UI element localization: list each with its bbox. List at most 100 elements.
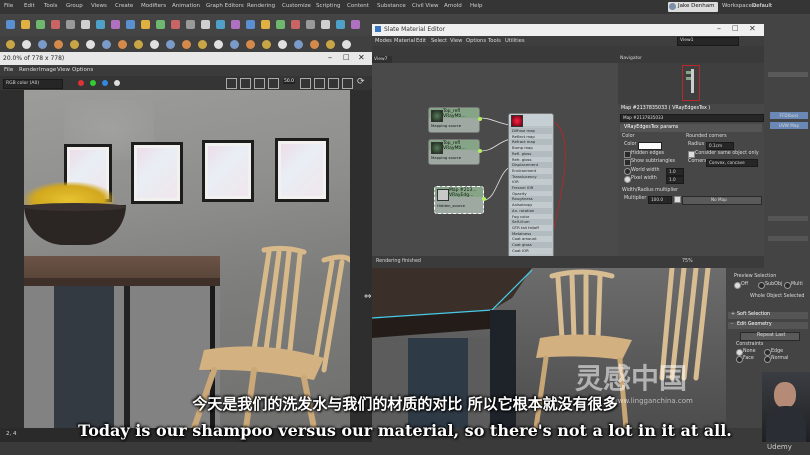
corners-dropdown[interactable]: Convex, concave — [706, 159, 758, 167]
no-map-button[interactable]: No Map — [682, 196, 762, 205]
create-primitive-icon[interactable] — [118, 40, 127, 49]
arnold-icon[interactable] — [351, 20, 360, 29]
create-primitive-icon[interactable] — [326, 40, 335, 49]
minimize-icon[interactable]: – — [328, 53, 332, 62]
fb-menu-options[interactable]: Options — [72, 67, 93, 73]
history-icon[interactable] — [254, 78, 265, 89]
track-mouse-icon[interactable] — [314, 78, 325, 89]
close-icon[interactable]: ✕ — [358, 53, 365, 62]
pixel-width-field[interactable]: 1.0 — [666, 176, 684, 184]
constraint-normal-radio[interactable] — [764, 356, 771, 363]
create-primitive-icon[interactable] — [246, 40, 255, 49]
create-primitive-icon[interactable] — [278, 40, 287, 49]
create-primitive-icon[interactable] — [198, 40, 207, 49]
create-primitive-icon[interactable] — [102, 40, 111, 49]
unlink-icon[interactable] — [51, 20, 60, 29]
create-primitive-icon[interactable] — [294, 40, 303, 49]
mirror-icon[interactable] — [201, 20, 210, 29]
rollout-header[interactable]: VRayEdgesTex params — [620, 124, 762, 132]
undo-icon[interactable] — [6, 20, 15, 29]
radius-field[interactable]: 0.1cm — [706, 142, 734, 150]
menu-arnold[interactable]: Arnold — [444, 3, 462, 9]
create-primitive-icon[interactable] — [86, 40, 95, 49]
menu-group[interactable]: Group — [66, 3, 83, 9]
create-primitive-icon[interactable] — [214, 40, 223, 49]
create-primitive-icon[interactable] — [22, 40, 31, 49]
save-image-icon[interactable] — [226, 78, 237, 89]
slate-menu-modes[interactable]: Modes — [375, 38, 392, 44]
slate-menu-edit[interactable]: Edit — [416, 38, 426, 44]
material-editor-icon[interactable] — [276, 20, 285, 29]
snap-icon[interactable] — [156, 20, 165, 29]
redo-icon[interactable] — [21, 20, 30, 29]
align-icon[interactable] — [216, 20, 225, 29]
edit-geometry-rollout[interactable]: – Edit Geometry — [728, 322, 808, 329]
pixel-width-radio[interactable] — [624, 176, 631, 183]
create-primitive-icon[interactable] — [134, 40, 143, 49]
create-primitive-icon[interactable] — [54, 40, 63, 49]
compare-split-handle[interactable]: ⇔ — [364, 292, 372, 304]
blue-channel-icon[interactable] — [102, 80, 108, 86]
maximize-icon[interactable]: □ — [343, 53, 350, 61]
main-material-node[interactable]: Diffuse map Reflect map Refract map Bump ma… — [508, 113, 554, 258]
region-render-icon[interactable] — [300, 78, 311, 89]
map-name-field[interactable]: Map #2137835033 — [620, 114, 764, 122]
slate-menu-utilities[interactable]: Utilities — [505, 38, 525, 44]
fb-menu-file[interactable]: File — [4, 67, 13, 73]
material-node-1[interactable]: Top_refl VRayMtl... Mapping source — [428, 107, 482, 133]
menu-edit[interactable]: Edit — [24, 3, 35, 9]
workspaces-dropdown[interactable]: Default — [752, 3, 772, 9]
menu-animation[interactable]: Animation — [172, 3, 200, 9]
select-icon[interactable] — [81, 20, 90, 29]
alpha-channel-icon[interactable] — [114, 80, 120, 86]
create-primitive-icon[interactable] — [262, 40, 271, 49]
select-region-icon[interactable] — [96, 20, 105, 29]
lens-effects-icon[interactable] — [268, 78, 279, 89]
create-primitive-icon[interactable] — [230, 40, 239, 49]
node-output-socket[interactable] — [478, 117, 482, 121]
hidden-edges-checkbox[interactable] — [624, 151, 631, 158]
preview-off-radio[interactable] — [734, 282, 741, 289]
menu-create[interactable]: Create — [115, 3, 133, 9]
render-setup-icon[interactable] — [291, 20, 300, 29]
view7-tab[interactable]: View7 — [372, 56, 392, 63]
menu-scripting[interactable]: Scripting — [316, 3, 340, 9]
scale-icon[interactable] — [141, 20, 150, 29]
slate-menu-options[interactable]: Options — [466, 38, 486, 44]
repeat-last-button[interactable]: Repeat Last — [740, 332, 800, 341]
fb-menu-render[interactable]: Render — [19, 67, 39, 73]
schematic-icon[interactable] — [261, 20, 270, 29]
slate-close-icon[interactable]: ✕ — [749, 24, 756, 33]
material-slot[interactable]: Coat IOR — [510, 247, 552, 254]
menu-views[interactable]: Views — [91, 3, 107, 9]
world-width-field[interactable]: 1.0 — [666, 168, 684, 176]
link-icon[interactable] — [36, 20, 45, 29]
channel-dropdown[interactable]: RGB color (A0) — [3, 79, 63, 89]
create-primitive-icon[interactable] — [6, 40, 15, 49]
node-output-socket[interactable] — [478, 149, 482, 153]
stop-render-icon[interactable] — [328, 78, 339, 89]
consider-same-object-checkbox[interactable] — [688, 151, 695, 158]
slate-menu-view[interactable]: View — [450, 38, 462, 44]
create-primitive-icon[interactable] — [150, 40, 159, 49]
render-icon[interactable] — [321, 20, 330, 29]
material-node-2[interactable]: Top_refl VRayMtl... Mapping source — [428, 139, 482, 165]
world-width-radio[interactable] — [624, 168, 631, 175]
menu-customize[interactable]: Customize — [282, 3, 311, 9]
view-dropdown[interactable]: View1 — [677, 37, 739, 46]
slate-minimize-icon[interactable]: – — [717, 24, 721, 33]
move-icon[interactable] — [111, 20, 120, 29]
percent-snap-icon[interactable] — [186, 20, 195, 29]
slate-menu-tools[interactable]: Tools — [488, 38, 501, 44]
show-subtriangles-checkbox[interactable] — [624, 159, 631, 166]
selection-rollout-2[interactable] — [768, 236, 808, 241]
menu-graph-editors[interactable]: Graph Editors — [206, 3, 244, 9]
bind-icon[interactable] — [66, 20, 75, 29]
teapot-icon[interactable] — [336, 20, 345, 29]
multiplier-field[interactable]: 100.0 — [648, 196, 672, 204]
user-account-button[interactable]: Jake Denham — [668, 2, 718, 12]
create-primitive-icon[interactable] — [342, 40, 351, 49]
menu-content[interactable]: Content — [347, 3, 369, 9]
slate-maximize-icon[interactable]: □ — [732, 24, 739, 32]
menu-substance[interactable]: Substance — [377, 3, 406, 9]
